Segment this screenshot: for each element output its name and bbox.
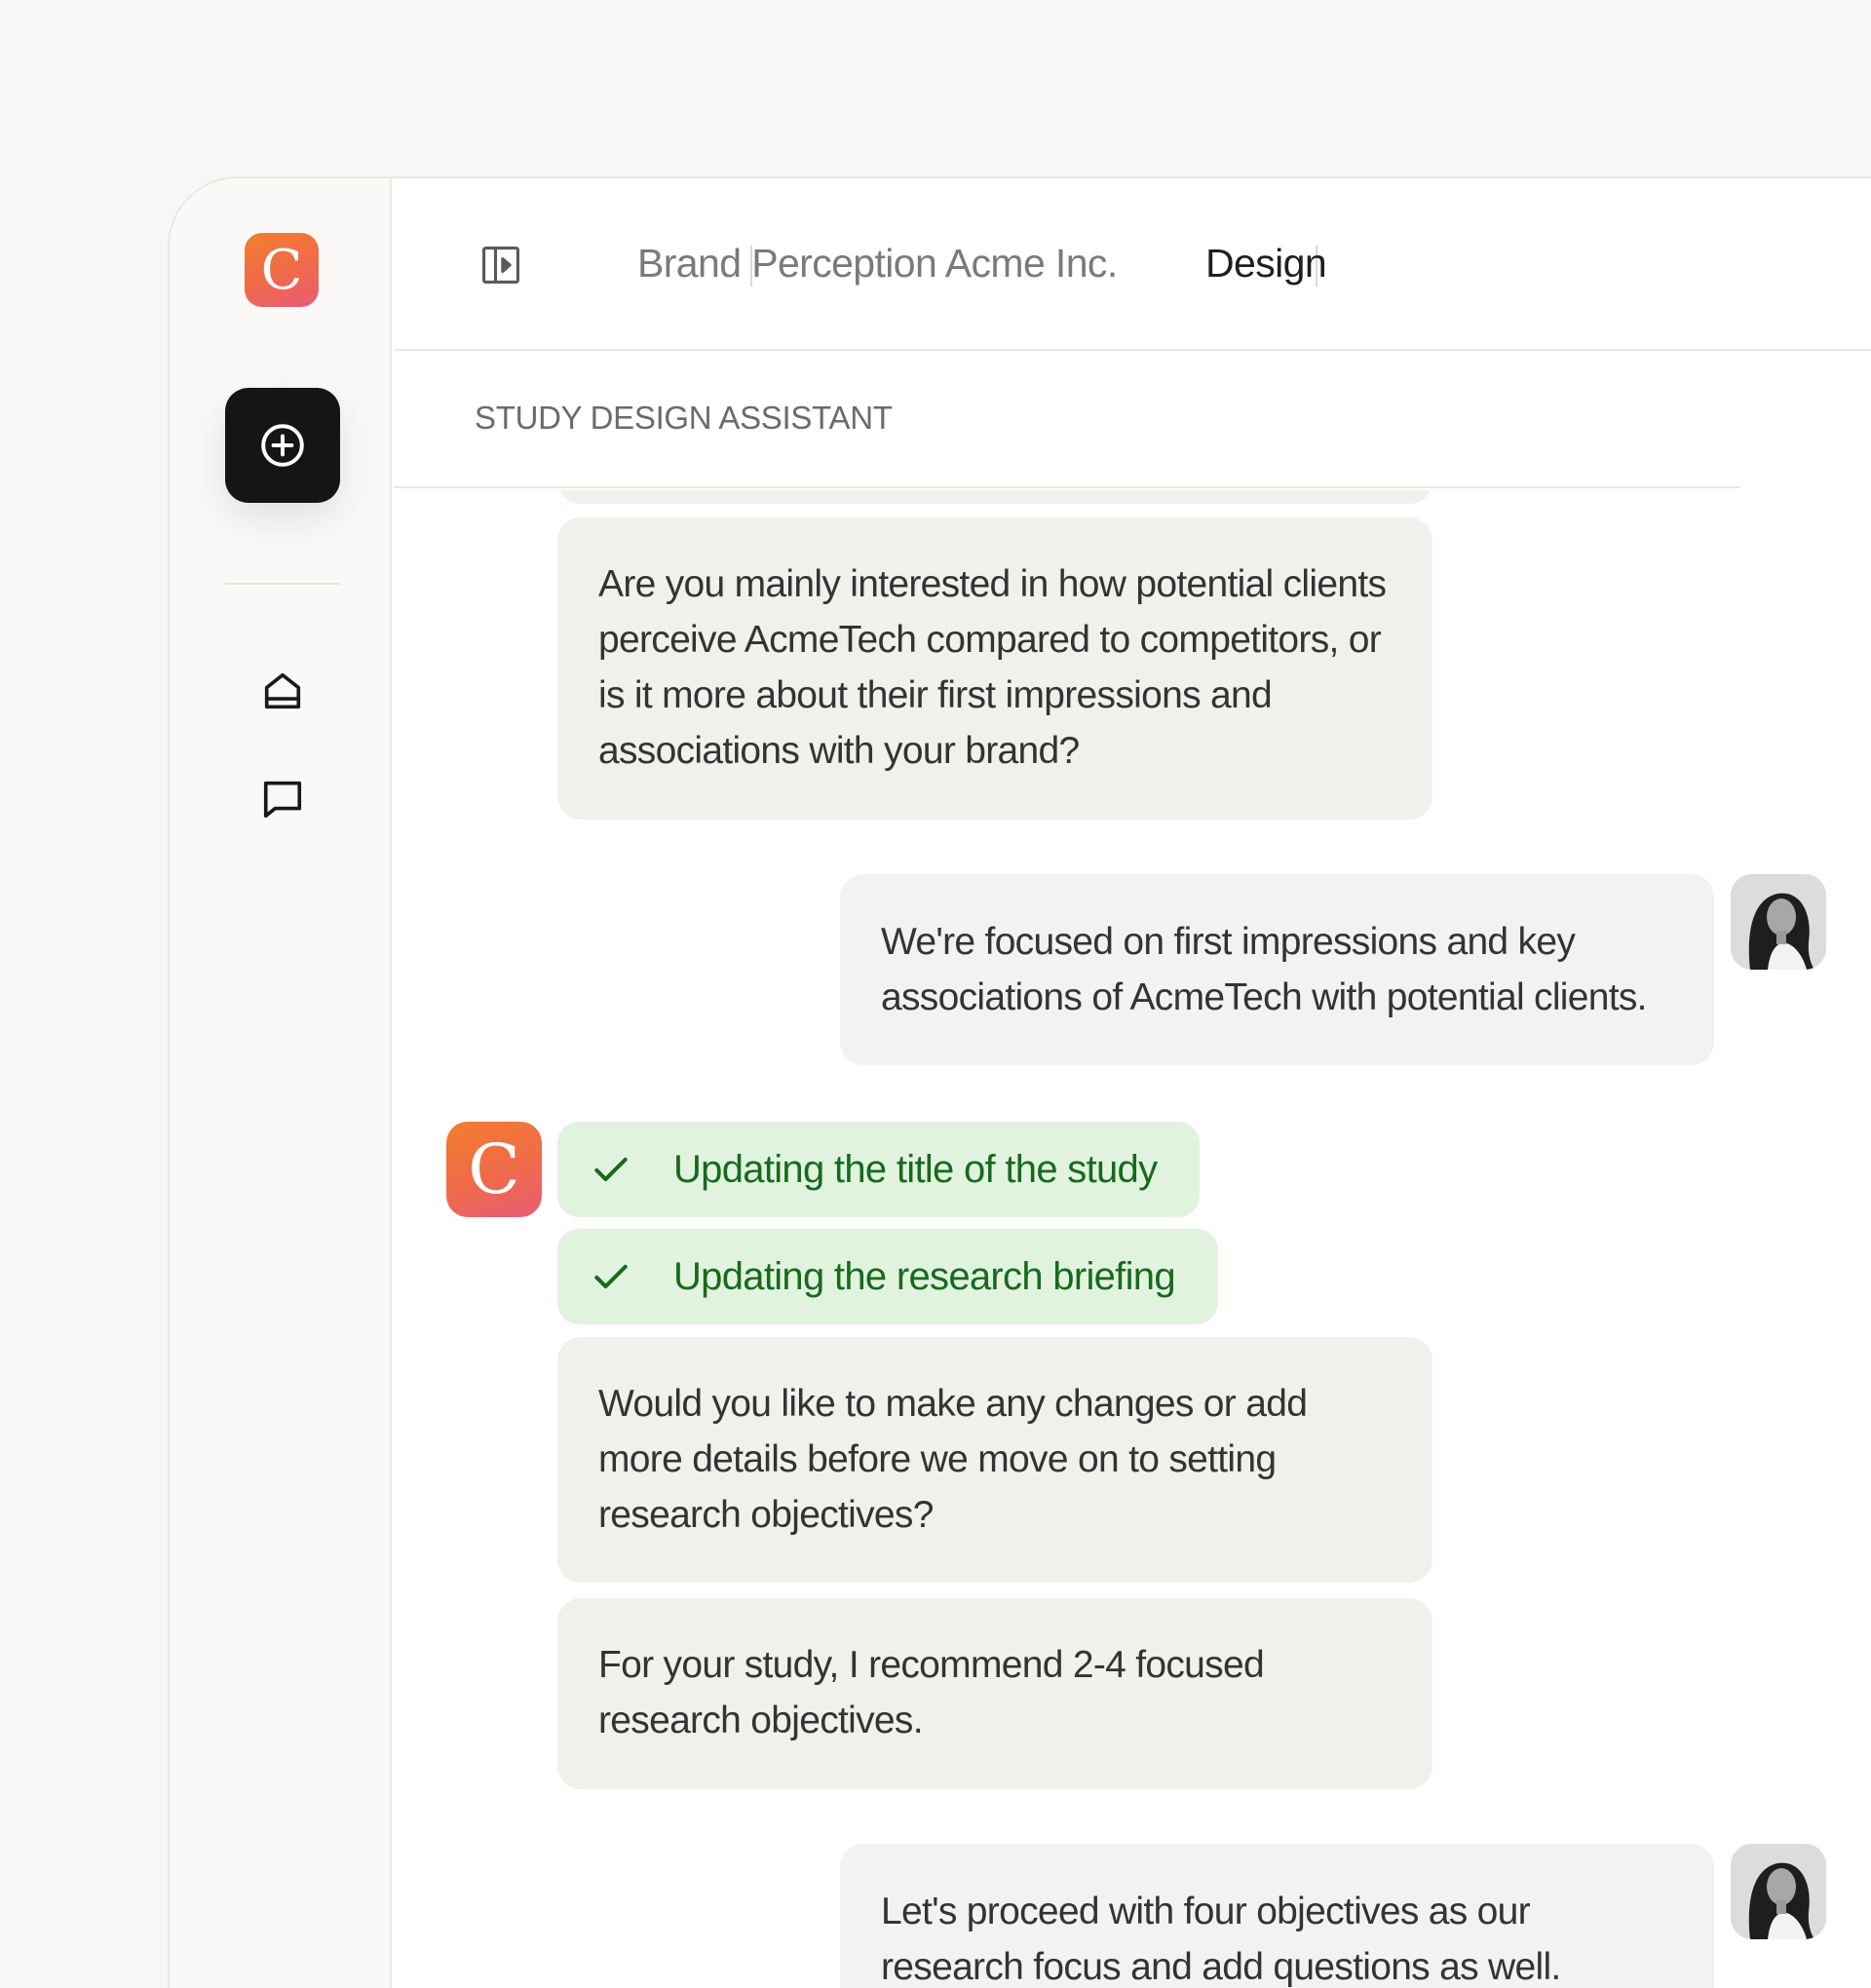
user-message: Let's proceed with four objectives as ou… — [840, 1844, 1714, 1988]
user-avatar[interactable] — [1731, 1844, 1826, 1939]
assistant-message-previous — [557, 490, 1432, 504]
checkmark-icon — [594, 1157, 628, 1182]
new-study-button[interactable] — [225, 388, 340, 503]
home-icon — [264, 672, 301, 709]
status-update-briefing: Updating the research briefing — [557, 1229, 1218, 1324]
chat-thread: Are you mainly interested in how potenti… — [394, 490, 1871, 1988]
assistant-header: STUDY DESIGN ASSISTANT — [394, 353, 1740, 488]
nav-chats[interactable] — [255, 772, 310, 826]
sidebar: C — [170, 178, 392, 1988]
status-text: Updating the research briefing — [673, 1254, 1176, 1298]
user-avatar[interactable] — [1731, 874, 1826, 970]
nav-home[interactable] — [255, 664, 310, 718]
breadcrumb-current-page: Design — [1205, 241, 1327, 286]
sidebar-divider — [225, 583, 340, 585]
assistant-avatar: C — [446, 1122, 542, 1217]
status-text: Updating the title of the study — [673, 1147, 1158, 1191]
user-message: We're focused on first impressions and k… — [840, 874, 1714, 1065]
checkmark-icon — [594, 1264, 628, 1289]
assistant-message: For your study, I recommend 2-4 focused … — [557, 1598, 1432, 1789]
user-photo — [1731, 874, 1826, 970]
sidebar-toggle-icon[interactable] — [479, 244, 522, 287]
plus-circle-icon — [261, 424, 304, 467]
assistant-title: STUDY DESIGN ASSISTANT — [475, 400, 893, 436]
status-update-title: Updating the title of the study — [557, 1122, 1201, 1217]
app-logo[interactable]: C — [245, 233, 319, 307]
breadcrumb-project[interactable]: Brand Perception Acme Inc. — [637, 241, 1118, 287]
app-window: C Brand Perception Acme Inc. Design STUD… — [168, 176, 1871, 1988]
user-photo — [1731, 1844, 1826, 1939]
assistant-message: Would you like to make any changes or ad… — [557, 1337, 1432, 1583]
chat-icon — [263, 781, 302, 819]
assistant-message: Are you mainly interested in how potenti… — [557, 517, 1432, 820]
top-bar: Brand Perception Acme Inc. Design — [394, 178, 1871, 351]
